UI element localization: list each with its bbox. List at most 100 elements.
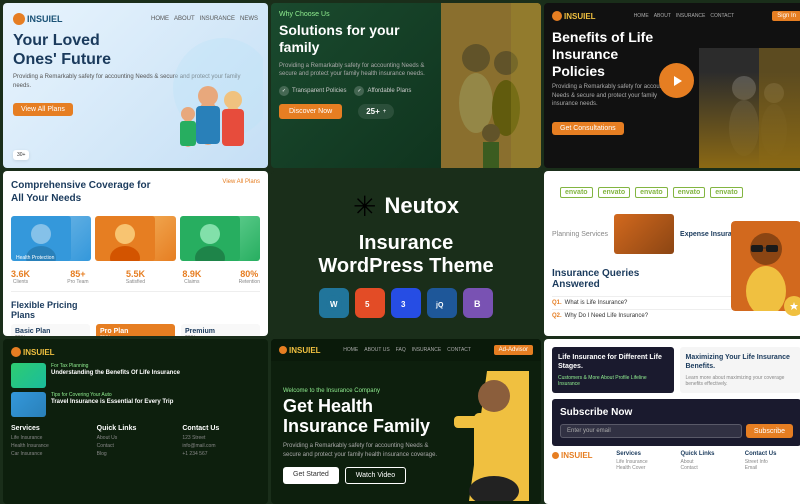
- footer-dark-link-2[interactable]: Health Cover: [616, 465, 672, 471]
- article-title-1[interactable]: Understanding the Benefits Of Life Insur…: [51, 370, 180, 377]
- stat-num-retention: 80%: [239, 269, 260, 279]
- footer-logo-dot: [552, 452, 559, 459]
- center-brand: ✳ Neutox Insurance WordPress Theme W 5: [271, 171, 541, 336]
- subscribe-submit-btn[interactable]: Subscribe: [746, 424, 793, 438]
- envato-3: envato: [635, 187, 668, 198]
- nav8-about[interactable]: ABOUT US: [364, 347, 389, 353]
- pricing-title: Flexible Pricing Plans: [11, 300, 260, 320]
- svg-text:W: W: [330, 300, 338, 309]
- footer-link-2[interactable]: Health Insurance: [11, 443, 89, 449]
- plan-premium: Premium $99/mo: [181, 324, 260, 336]
- stat-label-clients: Clients: [11, 279, 30, 285]
- brand-logo-section: ✳ Neutox: [353, 190, 459, 223]
- sign-in-btn[interactable]: Sign In: [772, 11, 800, 21]
- features-list: ✓ Transparent Policies ✓ Affordable Plan…: [279, 86, 431, 96]
- stat-num-satisfied: 5.5K: [126, 269, 145, 279]
- tagline-2: WordPress Theme: [318, 255, 493, 278]
- footer-link-8[interactable]: info@mail.com: [182, 443, 260, 449]
- logo-mini-3: INSUIEL: [552, 11, 596, 21]
- logo-dot-3: [552, 11, 562, 21]
- subscribe-section: Subscribe Now Enter your email Subscribe: [552, 399, 800, 446]
- article-label-1: For Tax Planning: [51, 363, 180, 369]
- get-health-title: Get Health Insurance Family: [283, 397, 439, 437]
- article-label-2: Tips for Covering Your Auto: [51, 392, 173, 398]
- cell-solutions: Why Choose Us Solutions for your family …: [271, 3, 541, 168]
- nav-about[interactable]: ABOUT: [174, 16, 195, 22]
- nav-news[interactable]: NEWS: [240, 16, 258, 22]
- stat-satisfied: 5.5K Satisfied: [126, 269, 145, 285]
- view-plans-btn[interactable]: View All Plans: [13, 103, 73, 116]
- faq-q2: Q2. Why Do I Need Life Insurance?: [552, 313, 800, 319]
- nav-mini-about[interactable]: ABOUT: [654, 13, 671, 19]
- logo-dark-7: INSUIEL: [11, 347, 260, 357]
- nav8-ins[interactable]: INSURANCE: [412, 347, 441, 353]
- footer-link-1[interactable]: Life Insurance: [11, 435, 89, 441]
- stats-row-1: 30+: [13, 150, 29, 160]
- nav8-faq[interactable]: FAQ: [396, 347, 406, 353]
- footer-link-9: +1 234 567: [182, 451, 260, 457]
- why-us-label: Why Choose Us: [279, 11, 431, 18]
- coverage-title: Comprehensive Coverage for All Your Need…: [11, 179, 151, 205]
- footer-link-3[interactable]: Car Insurance: [11, 451, 89, 457]
- footer-dark-link-6[interactable]: Email: [745, 465, 800, 471]
- faq-num-2: Q2.: [552, 313, 562, 319]
- nav8-home[interactable]: HOME: [343, 347, 358, 353]
- logo-dot-8: [279, 346, 287, 354]
- coverage-images: Health Protection: [11, 216, 260, 261]
- jquery-icon: jQ: [427, 288, 457, 318]
- tagline-1: Insurance: [359, 231, 453, 255]
- nav-links-1: HOME ABOUT INSURANCE NEWS: [151, 16, 258, 22]
- nav-mini-ins[interactable]: INSURANCE: [676, 13, 705, 19]
- get-started-btn[interactable]: Get Started: [283, 467, 339, 484]
- article-text-1: For Tax Planning Understanding the Benef…: [51, 363, 180, 377]
- solutions-title: Solutions for your family: [279, 22, 431, 56]
- watch-video-btn[interactable]: Watch Video: [345, 467, 406, 484]
- ins-benefits-title: Maximizing Your Life Insurance Benefits.: [686, 353, 796, 371]
- nav-bar-1: INSUIEL HOME ABOUT INSURANCE NEWS: [13, 13, 258, 25]
- nav8-contact[interactable]: CONTACT: [447, 347, 471, 353]
- stat-badge-1: 30+: [13, 150, 29, 160]
- nav-home[interactable]: HOME: [151, 16, 169, 22]
- nav-3: HOME ABOUT INSURANCE CONTACT: [634, 13, 734, 19]
- advisor-btn-8[interactable]: Ad-Advisor: [494, 345, 533, 355]
- article-title-2[interactable]: Travel Insurance is Essential for Every …: [51, 399, 173, 406]
- logo-green-8: INSUIEL: [279, 346, 321, 355]
- css3-icon: 3: [391, 288, 421, 318]
- view-all-btn[interactable]: View All Plans: [222, 179, 260, 185]
- nav-insurance[interactable]: INSURANCE: [200, 16, 235, 22]
- pricing-plans: Basic Plan $29/mo Pro Plan $59/mo Premiu…: [11, 324, 260, 336]
- footer-link-4[interactable]: About Us: [97, 435, 175, 441]
- footer-link-5[interactable]: Contact: [97, 443, 175, 449]
- cell-queries: envato envato envato envato envato Plann…: [544, 171, 800, 336]
- pricing-section: Flexible Pricing Plans Basic Plan $29/mo…: [11, 291, 260, 336]
- footer-dark-col-services: Services Life Insurance Health Cover: [616, 451, 672, 471]
- plan-premium-price: $99/mo: [185, 335, 256, 336]
- article-1: For Tax Planning Understanding the Benef…: [11, 363, 260, 388]
- plan-basic: Basic Plan $29/mo: [11, 324, 90, 336]
- nav-mini-contact[interactable]: CONTACT: [710, 13, 734, 19]
- consult-btn[interactable]: Get Consultations: [552, 122, 624, 135]
- nav-mini-home[interactable]: HOME: [634, 13, 649, 19]
- footer-link-6[interactable]: Blog: [97, 451, 175, 457]
- discover-btn[interactable]: Discover Now: [279, 104, 342, 119]
- cell-coverage: Comprehensive Coverage for All Your Need…: [3, 171, 268, 336]
- subscribe-form: Enter your email Subscribe: [560, 424, 793, 438]
- logo-dot-7: [11, 347, 21, 357]
- stat-retention: 80% Retention: [239, 269, 260, 285]
- hero-content-8: Welcome to the Insurance Company Get Hea…: [283, 388, 439, 484]
- family-dark-img: [699, 48, 800, 168]
- wordpress-icon: W: [319, 288, 349, 318]
- footer-dark-col-logo: INSUIEL: [552, 451, 608, 471]
- footer-dark-link-4[interactable]: Contact: [681, 465, 737, 471]
- stat-label-retention: Retention: [239, 279, 260, 285]
- tech-icons-row: W 5 3 jQ: [319, 288, 493, 318]
- solutions-sub: Providing a Remarkably safety for accoun…: [279, 62, 431, 79]
- articles-list: For Tax Planning Understanding the Benef…: [11, 363, 260, 417]
- footer-col-title-1: Services: [11, 425, 89, 432]
- man-hero-svg: [439, 371, 529, 501]
- family-dark-svg: [699, 48, 800, 168]
- subscribe-email-input[interactable]: Enter your email: [560, 424, 742, 438]
- nav-8: HOME ABOUT US FAQ INSURANCE CONTACT: [343, 347, 471, 353]
- article-img-2: [11, 392, 46, 417]
- css-svg: 3: [398, 295, 414, 311]
